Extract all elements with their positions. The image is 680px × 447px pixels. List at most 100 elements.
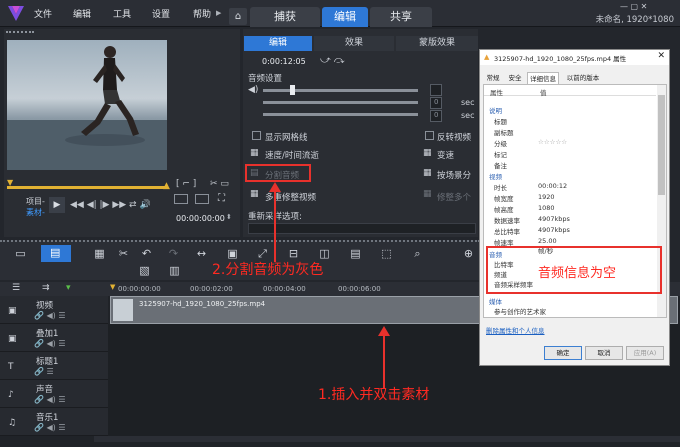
volume-slider-thumb[interactable] bbox=[290, 85, 295, 95]
vary-label[interactable]: 变速 bbox=[437, 149, 454, 161]
storyboard-view-icon[interactable]: ▭ bbox=[14, 248, 27, 260]
ripple-icon[interactable]: ⇉ bbox=[42, 283, 50, 293]
dialog-close-icon[interactable]: ✕ bbox=[657, 51, 665, 61]
mixer-icon[interactable]: ▦ bbox=[93, 248, 106, 260]
fade-out-slider[interactable] bbox=[263, 113, 418, 116]
row-width-key: 帧宽度 bbox=[494, 195, 514, 203]
dialog-tab-details[interactable]: 详细信息 bbox=[527, 72, 559, 84]
ripple-toggle-icon[interactable]: ▾ bbox=[66, 283, 71, 293]
aspect-icon[interactable] bbox=[174, 194, 188, 204]
track-music-controls[interactable]: 🔗 ◀) ☰ bbox=[34, 423, 66, 432]
snapshot-icon[interactable] bbox=[195, 194, 209, 204]
clip-duration[interactable]: 0:00:12:05 bbox=[262, 57, 306, 66]
menu-file[interactable]: 文件 bbox=[34, 7, 52, 20]
details-scroll-thumb[interactable] bbox=[658, 95, 665, 195]
menu-tools[interactable]: 工具 bbox=[113, 7, 131, 20]
row-rating: 分级 ☆☆☆☆☆ bbox=[494, 138, 567, 149]
trim-multiple-label[interactable]: 修整多个 bbox=[437, 191, 471, 203]
mark-out-icon[interactable]: ▲ bbox=[163, 181, 170, 191]
clip-mode-label[interactable]: 素材- bbox=[26, 207, 45, 218]
track-overlay-controls[interactable]: 🔗 ◀) ☰ bbox=[34, 339, 66, 348]
fx-icon[interactable]: ▧ bbox=[138, 265, 151, 277]
transport-icons[interactable]: ◀◀ ◀| |▶ ▶▶ ⇄ 🔊 bbox=[70, 200, 151, 210]
volume-icon: ◀) bbox=[248, 85, 259, 95]
apply-button[interactable]: 应用(A) bbox=[626, 346, 664, 360]
subtab-mask[interactable]: 蒙版效果 bbox=[396, 36, 478, 51]
fade-out-spin[interactable]: 0 bbox=[430, 110, 442, 122]
volume-spin[interactable] bbox=[430, 84, 442, 96]
resample-select[interactable] bbox=[248, 223, 476, 234]
tab-capture[interactable]: 捕获 bbox=[250, 7, 320, 27]
fade-in-slider[interactable] bbox=[263, 101, 418, 104]
cut-tool-icon[interactable]: ✂ bbox=[117, 248, 130, 260]
ok-button[interactable]: 确定 bbox=[544, 346, 582, 360]
track-title-label: 标题1 bbox=[36, 357, 59, 367]
window-controls[interactable]: — ▢ ✕ bbox=[620, 2, 647, 11]
redo-icon[interactable]: ↷ bbox=[167, 248, 180, 260]
fullscreen-icon[interactable]: ⛶ bbox=[218, 193, 225, 204]
subtab-effect[interactable]: 效果 bbox=[314, 36, 394, 51]
col-property[interactable]: 属性 bbox=[490, 87, 503, 97]
track-voice[interactable]: ♪ 声音 🔗 ◀) ☰ bbox=[0, 380, 108, 408]
play-button[interactable]: ▶ bbox=[49, 197, 65, 213]
track-voice-controls[interactable]: 🔗 ◀) ☰ bbox=[34, 395, 66, 404]
reverse-checkbox[interactable] bbox=[425, 131, 434, 140]
timecode[interactable]: 00:00:00:00 bbox=[176, 214, 225, 223]
by-scene-label[interactable]: 按场景分 bbox=[437, 169, 471, 181]
timeline-view-button[interactable]: ▤ bbox=[41, 245, 71, 262]
speed-icon[interactable]: ▦ bbox=[250, 148, 259, 158]
col-value[interactable]: 值 bbox=[540, 87, 547, 97]
timecode-spin-icon[interactable]: ⬍ bbox=[226, 213, 232, 221]
trim-bracket-icon[interactable]: [ ⌐ ] bbox=[176, 179, 196, 189]
undo-icon[interactable]: ↶ bbox=[140, 248, 153, 260]
tab-edit[interactable]: 编辑 bbox=[322, 7, 368, 27]
track-music[interactable]: ♫ 音乐1 🔗 ◀) ☰ bbox=[0, 408, 108, 436]
multi-trim-icon[interactable]: ▦ bbox=[250, 189, 259, 199]
mask-icon[interactable]: ⬚ bbox=[380, 248, 393, 260]
playhead-icon[interactable]: ▼ bbox=[110, 283, 115, 291]
remove-properties-link[interactable]: 删除属性和个人信息 bbox=[486, 325, 545, 335]
rating-stars-icon[interactable]: ☆☆☆☆☆ bbox=[538, 138, 567, 146]
by-scene-icon[interactable]: ▦ bbox=[423, 168, 432, 178]
fade-icons[interactable]: ⤻ ⤼ bbox=[320, 55, 345, 66]
row-height: 帧高度 1080 bbox=[494, 204, 555, 215]
tab-share[interactable]: 共享 bbox=[370, 7, 432, 27]
zoom-in-icon[interactable]: ⊕ bbox=[462, 248, 475, 260]
vary-icon[interactable]: ▦ bbox=[423, 148, 432, 158]
cancel-button[interactable]: 取消 bbox=[585, 346, 623, 360]
fit-icon[interactable]: ↔ bbox=[195, 248, 208, 260]
track-title-controls[interactable]: 🔗 ☰ bbox=[34, 367, 54, 376]
track-video[interactable]: ▣ 视频 🔗 ◀) ☰ bbox=[0, 296, 108, 324]
home-icon[interactable]: ⌂ bbox=[229, 8, 247, 25]
fade-in-spin[interactable]: 0 bbox=[430, 97, 442, 109]
subtab-edit[interactable]: 编辑 bbox=[244, 36, 312, 51]
track-title[interactable]: T 标题1 🔗 ☰ bbox=[0, 352, 108, 380]
speed-label[interactable]: 速度/时间流逝 bbox=[265, 149, 319, 161]
volume-slider[interactable] bbox=[263, 89, 418, 92]
reverse-label[interactable]: 反转视频 bbox=[437, 131, 471, 143]
subtitle-edit-icon[interactable]: ▥ bbox=[168, 265, 181, 277]
project-mode-label[interactable]: 项目- bbox=[26, 196, 45, 207]
scrub-bar[interactable] bbox=[7, 186, 165, 189]
cut-icon[interactable]: ✂ ▭ bbox=[210, 179, 229, 189]
menu-help[interactable]: 帮助 bbox=[193, 7, 211, 20]
dialog-tab-general[interactable]: 常规 bbox=[483, 72, 503, 84]
mark-in-icon[interactable]: ▼ bbox=[7, 178, 15, 187]
show-grid-checkbox[interactable] bbox=[252, 131, 261, 140]
track-voice-label: 声音 bbox=[36, 385, 54, 395]
show-grid-label[interactable]: 显示网格线 bbox=[265, 131, 308, 143]
dialog-tab-previous[interactable]: 以前的版本 bbox=[561, 72, 605, 84]
menu-settings[interactable]: 设置 bbox=[152, 7, 170, 20]
dialog-tab-security[interactable]: 安全 bbox=[505, 72, 525, 84]
track-video-controls[interactable]: 🔗 ◀) ☰ bbox=[34, 311, 66, 320]
track-overlay[interactable]: ▣ 叠加1 🔗 ◀) ☰ bbox=[0, 324, 108, 352]
split-audio-button[interactable]: 分割音频 bbox=[265, 169, 299, 181]
annotation-step1: 1.插入并双击素材 bbox=[318, 387, 430, 403]
timeline-scrollbar[interactable] bbox=[94, 436, 680, 442]
subtitle-icon[interactable]: ▤ bbox=[349, 248, 362, 260]
track-list-icon[interactable]: ☰ bbox=[12, 283, 20, 293]
track-video-label: 视频 bbox=[36, 301, 54, 311]
zoom-icon[interactable]: ⌕ bbox=[411, 248, 424, 260]
menu-edit[interactable]: 编辑 bbox=[73, 7, 91, 20]
video-track-icon: ▣ bbox=[8, 306, 17, 316]
